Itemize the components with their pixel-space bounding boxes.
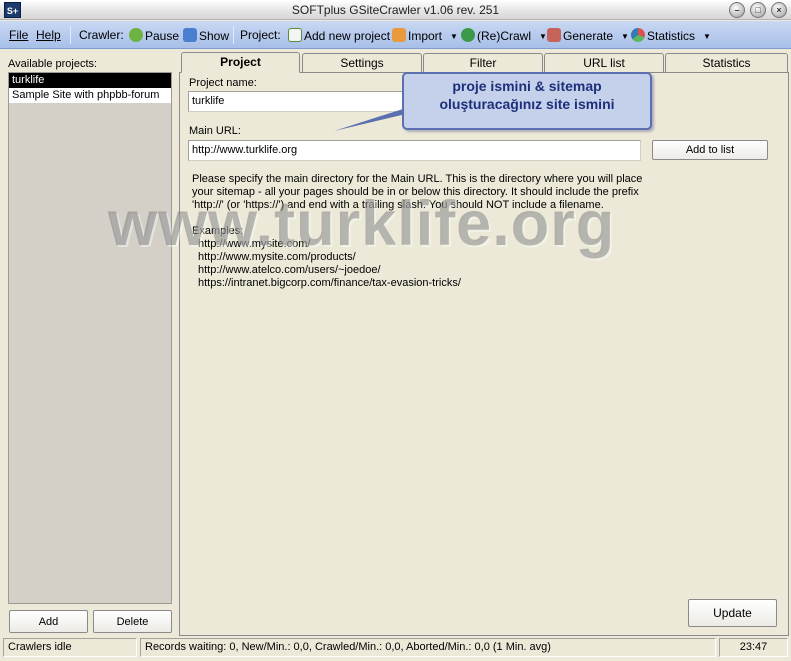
callout-pointer [334, 108, 406, 131]
callout-line: oluşturacağınız site ismini [439, 96, 615, 112]
watermark: www.turklife.org [108, 189, 616, 259]
callout-line: proje ismini & sitemap [452, 78, 602, 94]
callout-arrow [334, 108, 406, 131]
callout-note: proje ismini & sitemap oluşturacağınız s… [402, 72, 652, 130]
